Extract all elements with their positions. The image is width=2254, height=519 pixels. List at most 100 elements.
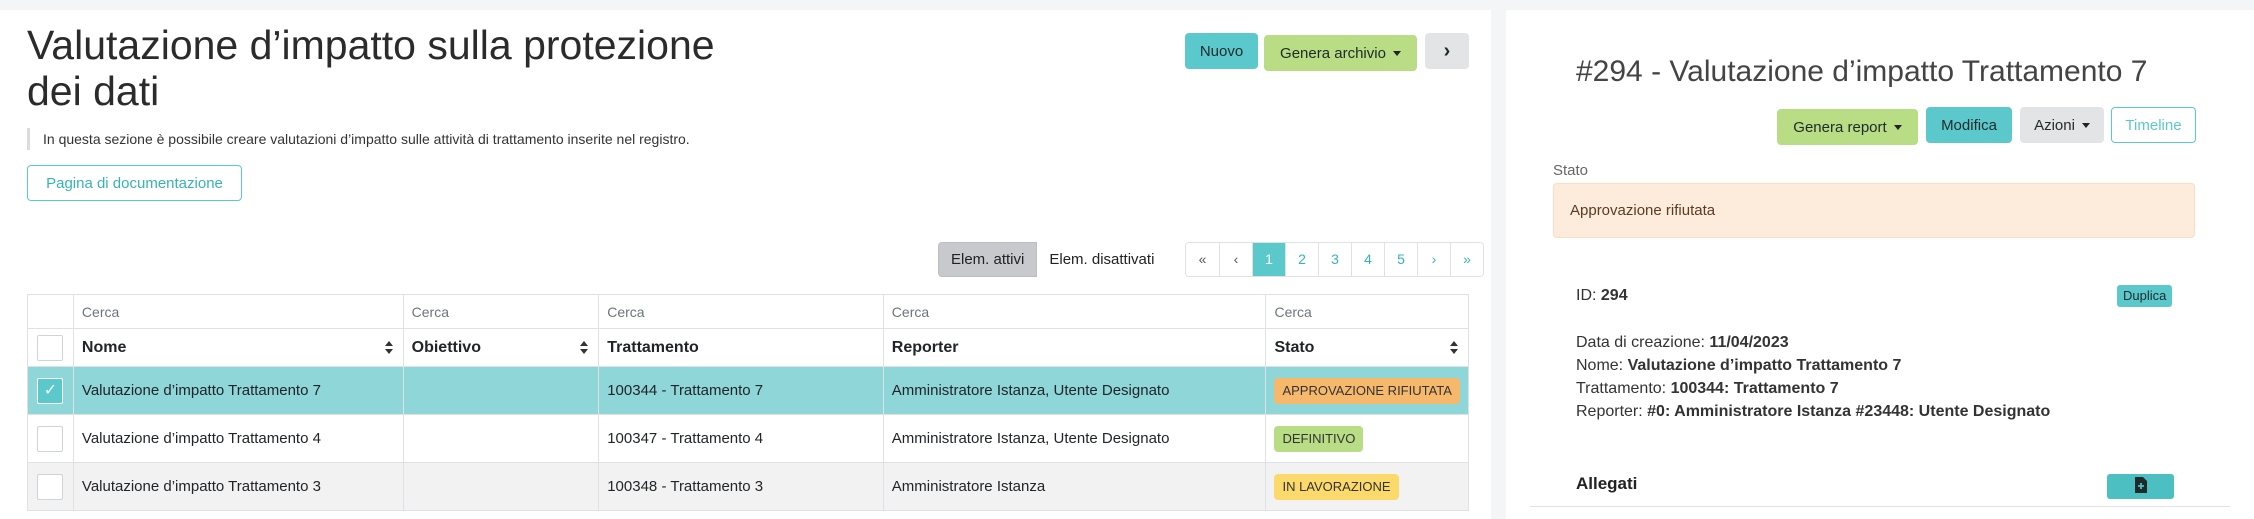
inactive-items-toggle[interactable]: Elem. disattivati (1037, 242, 1167, 277)
created-value: 11/04/2023 (1709, 334, 1789, 351)
column-header-reporter: Reporter (882, 328, 1267, 367)
name-field: Nome: Valutazione d’impatto Trattamento … (1576, 354, 1901, 377)
cell-obiettivo (402, 414, 600, 463)
file-plus-icon (2134, 477, 2147, 493)
page-3[interactable]: 3 (1318, 243, 1351, 276)
column-header-stato[interactable]: Stato (1265, 328, 1469, 367)
pagination: « ‹ 1 2 3 4 5 › » (1185, 242, 1484, 277)
cell-stato: APPROVAZIONE RIFIUTATA (1265, 366, 1469, 415)
new-button[interactable]: Nuovo (1185, 33, 1258, 69)
timeline-button[interactable]: Timeline (2111, 107, 2196, 143)
column-header-obiettivo[interactable]: Obiettivo (402, 328, 600, 367)
search-obiettivo[interactable]: Cerca (402, 294, 600, 329)
page-4[interactable]: 4 (1351, 243, 1384, 276)
search-nome[interactable]: Cerca (72, 294, 404, 329)
table-row[interactable]: Valutazione d’impatto Trattamento 3 1003… (27, 462, 1469, 511)
divider (1530, 506, 2230, 507)
status-badge: APPROVAZIONE RIFIUTATA (1274, 377, 1460, 404)
expand-button[interactable]: › (1425, 33, 1469, 69)
reporter-value: #0: Amministratore Istanza #23448: Utent… (1647, 403, 2051, 420)
row-checkbox-cell: ✓ (27, 366, 74, 415)
actions-dropdown[interactable]: Azioni (2020, 107, 2104, 143)
column-label: Stato (1274, 338, 1315, 356)
section-description: In questa sezione è possibile creare val… (27, 128, 690, 150)
table-row[interactable]: Valutazione d’impatto Trattamento 4 1003… (27, 414, 1469, 463)
row-checkbox[interactable] (37, 425, 64, 452)
cell-nome: Valutazione d’impatto Trattamento 4 (72, 414, 404, 463)
chevron-down-icon (1392, 51, 1401, 57)
treatment-value: 100344: Trattamento 7 (1670, 380, 1839, 397)
column-label: Reporter (891, 338, 959, 356)
active-items-toggle[interactable]: Elem. attivi (938, 242, 1038, 277)
status-badge: DEFINITIVO (1274, 425, 1364, 452)
documentation-button[interactable]: Pagina di documentazione (27, 165, 242, 201)
search-row: Cerca Cerca Cerca Cerca Cerca (27, 294, 1469, 329)
reporter-field: Reporter: #0: Amministratore Istanza #23… (1576, 400, 2050, 423)
attachments-heading: Allegati (1576, 474, 1638, 493)
cell-nome: Valutazione d’impatto Trattamento 3 (72, 462, 404, 511)
sort-icon (384, 341, 393, 355)
cell-trattamento: 100347 - Trattamento 4 (598, 414, 884, 463)
row-checkbox[interactable]: ✓ (37, 377, 64, 404)
visibility-filter: Elem. attivi Elem. disattivati (938, 242, 1167, 277)
status-badge: IN LAVORAZIONE (1274, 473, 1399, 500)
sort-icon (580, 341, 589, 355)
page-first[interactable]: « (1186, 243, 1219, 276)
name-value: Valutazione d’impatto Trattamento 7 (1627, 357, 1902, 374)
treatment-label: Trattamento: (1576, 380, 1667, 397)
search-stato[interactable]: Cerca (1265, 294, 1469, 329)
cell-obiettivo (402, 462, 600, 511)
row-checkbox-cell (27, 462, 74, 511)
cell-stato: IN LAVORAZIONE (1265, 462, 1469, 511)
page-1[interactable]: 1 (1252, 243, 1285, 276)
id-value: 294 (1600, 287, 1628, 304)
edit-button[interactable]: Modifica (1926, 107, 2012, 143)
stato-label: Stato (1553, 162, 1589, 179)
status-alert: Approvazione rifiutata (1553, 183, 2195, 238)
cell-reporter: Amministratore Istanza (882, 462, 1267, 511)
dpia-table: Cerca Cerca Cerca Cerca Cerca Nome Obiet… (27, 294, 1469, 511)
search-spacer (27, 294, 74, 329)
table-row[interactable]: ✓ Valutazione d’impatto Trattamento 7 10… (27, 366, 1469, 415)
detail-title: #294 - Valutazione d’impatto Trattamento… (1576, 55, 2148, 88)
chevron-down-icon (2081, 123, 2090, 129)
column-label: Nome (81, 338, 127, 356)
id-label: ID: (1576, 287, 1597, 304)
search-reporter[interactable]: Cerca (882, 294, 1267, 329)
generate-archive-button[interactable]: Genera archivio (1264, 35, 1417, 71)
generate-archive-label: Genera archivio (1280, 44, 1386, 62)
select-all-cell (27, 328, 74, 367)
page-2[interactable]: 2 (1285, 243, 1318, 276)
name-label: Nome: (1576, 357, 1624, 374)
treatment-field: Trattamento: 100344: Trattamento 7 (1576, 377, 1839, 400)
cell-trattamento: 100344 - Trattamento 7 (598, 366, 884, 415)
search-trattamento[interactable]: Cerca (598, 294, 884, 329)
row-checkbox-cell (27, 414, 74, 463)
page-title: Valutazione d’impatto sulla protezione d… (27, 22, 715, 114)
sort-icon (1450, 341, 1458, 355)
created-label: Data di creazione: (1576, 334, 1705, 351)
chevron-right-icon: › (1443, 39, 1451, 62)
id-field: ID: 294 (1576, 284, 1628, 307)
cell-obiettivo (402, 366, 600, 415)
page-5[interactable]: 5 (1384, 243, 1417, 276)
add-attachment-button[interactable] (2107, 474, 2174, 499)
duplicate-button[interactable]: Duplica (2117, 285, 2173, 307)
generate-report-button[interactable]: Genera report (1777, 109, 1918, 145)
column-header-trattamento: Trattamento (598, 328, 884, 367)
cell-trattamento: 100348 - Trattamento 3 (598, 462, 884, 511)
row-checkbox[interactable] (37, 473, 64, 500)
page-next[interactable]: › (1417, 243, 1450, 276)
page-last[interactable]: » (1450, 243, 1483, 276)
actions-label: Azioni (2034, 116, 2075, 134)
generate-report-label: Genera report (1793, 118, 1887, 136)
chevron-down-icon (1893, 125, 1902, 131)
reporter-label: Reporter: (1576, 403, 1643, 420)
created-field: Data di creazione: 11/04/2023 (1576, 331, 1789, 354)
header-row: Nome Obiettivo Trattamento Reporter Stat… (27, 328, 1469, 367)
page-prev[interactable]: ‹ (1219, 243, 1252, 276)
column-header-nome[interactable]: Nome (72, 328, 404, 367)
column-label: Trattamento (607, 338, 699, 356)
select-all-checkbox[interactable] (37, 334, 64, 361)
cell-reporter: Amministratore Istanza, Utente Designato (882, 414, 1267, 463)
